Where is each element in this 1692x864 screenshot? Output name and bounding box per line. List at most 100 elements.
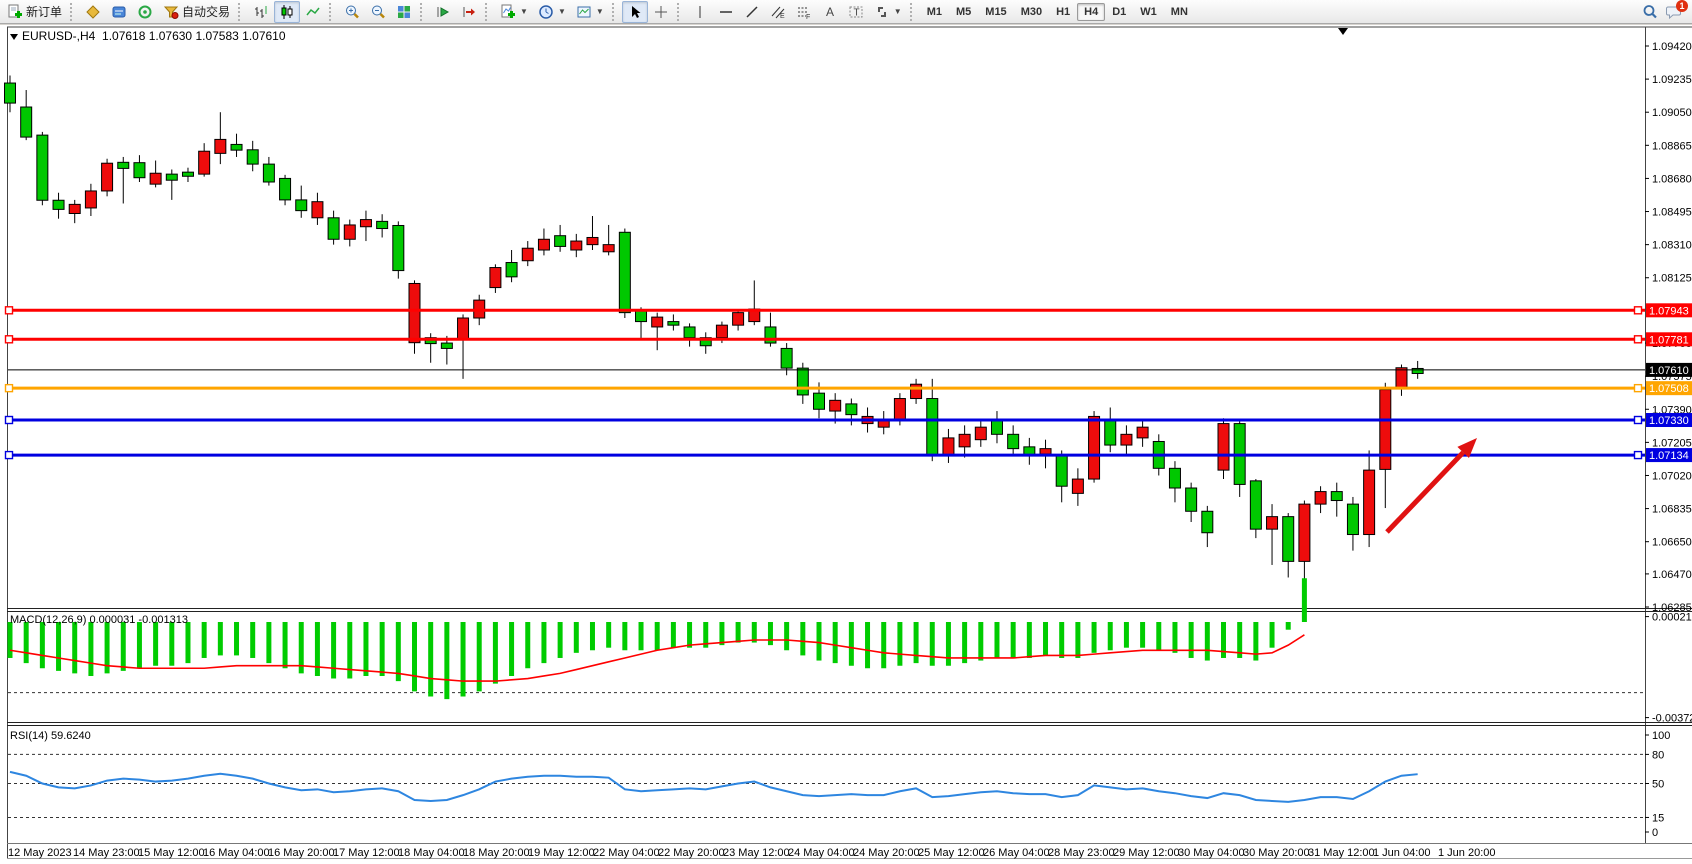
svg-text:0: 0 xyxy=(1652,827,1658,839)
horizontal-line-button[interactable] xyxy=(713,1,739,23)
equidistant-channel-button[interactable]: E xyxy=(765,1,791,23)
trendline-icon xyxy=(744,4,760,20)
svg-text:A: A xyxy=(826,5,834,19)
arrows-tool-icon xyxy=(874,4,890,20)
zoom-in-button[interactable] xyxy=(339,1,365,23)
zoom-out-button[interactable] xyxy=(365,1,391,23)
timeframe-m15[interactable]: M15 xyxy=(978,3,1013,21)
candlestick-chart-icon xyxy=(279,4,295,20)
chevron-down-icon: ▼ xyxy=(520,7,528,16)
svg-text:1.08125: 1.08125 xyxy=(1652,273,1692,285)
market-watch-button[interactable] xyxy=(106,1,132,23)
svg-text:1 Jun 20:00: 1 Jun 20:00 xyxy=(1438,847,1496,859)
chevron-down-icon: ▼ xyxy=(596,7,604,16)
svg-text:1.07781: 1.07781 xyxy=(1649,334,1689,346)
timeframe-w1[interactable]: W1 xyxy=(1133,3,1164,21)
chart-collapse-icon[interactable] xyxy=(10,34,18,40)
timeframe-h4[interactable]: H4 xyxy=(1077,3,1105,21)
timeframe-d1[interactable]: D1 xyxy=(1105,3,1133,21)
svg-text:14 May 23:00: 14 May 23:00 xyxy=(73,847,140,859)
svg-text:15 May 12:00: 15 May 12:00 xyxy=(138,847,205,859)
templates-button[interactable]: ▼ xyxy=(571,1,609,23)
zoom-in-icon xyxy=(344,4,360,20)
alerts-button[interactable] xyxy=(132,1,158,23)
indicators-button[interactable]: ▼ xyxy=(495,1,533,23)
text-label-button[interactable]: T xyxy=(843,1,869,23)
svg-text:1.07330: 1.07330 xyxy=(1649,415,1689,427)
macd-values: 0.000031 -0.001313 xyxy=(89,614,187,626)
svg-text:1.08310: 1.08310 xyxy=(1652,240,1692,252)
notification-badge: 1 xyxy=(1676,0,1688,12)
rsi-value: 59.6240 xyxy=(51,730,91,742)
vertical-line-icon xyxy=(692,4,708,20)
trendline-button[interactable] xyxy=(739,1,765,23)
svg-text:30 May 04:00: 30 May 04:00 xyxy=(1178,847,1245,859)
market-watch-icon xyxy=(111,4,127,20)
chart-symbol-period: EURUSD-,H4 xyxy=(22,29,95,43)
vertical-line-button[interactable] xyxy=(687,1,713,23)
svg-text:29 May 12:00: 29 May 12:00 xyxy=(1113,847,1180,859)
svg-text:1.09050: 1.09050 xyxy=(1652,107,1692,119)
timeframe-mn[interactable]: MN xyxy=(1164,3,1195,21)
price-chart-canvas[interactable]: 1.094201.092351.090501.088651.086801.084… xyxy=(0,25,1692,864)
chart-shift-marker-icon[interactable] xyxy=(1338,28,1348,35)
svg-text:1.06835: 1.06835 xyxy=(1652,504,1692,516)
svg-text:1.09420: 1.09420 xyxy=(1652,41,1692,53)
svg-text:1.07943: 1.07943 xyxy=(1649,305,1689,317)
svg-text:18 May 04:00: 18 May 04:00 xyxy=(398,847,465,859)
bar-chart-icon xyxy=(253,4,269,20)
auto-scroll-button[interactable] xyxy=(430,1,456,23)
svg-text:22 May 20:00: 22 May 20:00 xyxy=(658,847,725,859)
candlestick-chart-button[interactable] xyxy=(274,1,300,23)
autotrading-button[interactable]: 自动交易 xyxy=(158,1,235,23)
timeframe-h1[interactable]: H1 xyxy=(1049,3,1077,21)
svg-text:T: T xyxy=(853,7,859,18)
line-chart-button[interactable] xyxy=(300,1,326,23)
svg-text:23 May 12:00: 23 May 12:00 xyxy=(723,847,790,859)
svg-text:1.08865: 1.08865 xyxy=(1652,140,1692,152)
cursor-button[interactable] xyxy=(622,1,648,23)
svg-text:17 May 12:00: 17 May 12:00 xyxy=(333,847,400,859)
chart-shift-button[interactable] xyxy=(456,1,482,23)
svg-text:16 May 20:00: 16 May 20:00 xyxy=(268,847,335,859)
timeframe-m5[interactable]: M5 xyxy=(949,3,978,21)
bar-chart-button[interactable] xyxy=(248,1,274,23)
templates-icon xyxy=(576,4,592,20)
horizontal-line-icon xyxy=(718,4,734,20)
chart-frame xyxy=(7,27,1692,859)
line-chart-icon xyxy=(305,4,321,20)
fibonacci-button[interactable]: F xyxy=(791,1,817,23)
svg-text:22 May 04:00: 22 May 04:00 xyxy=(593,847,660,859)
svg-text:19 May 12:00: 19 May 12:00 xyxy=(528,847,595,859)
metaeditor-button[interactable] xyxy=(80,1,106,23)
metaeditor-icon xyxy=(85,4,101,20)
timeframe-m1[interactable]: M1 xyxy=(920,3,949,21)
svg-text:30 May 20:00: 30 May 20:00 xyxy=(1243,847,1310,859)
main-toolbar: 新订单 自动交易 xyxy=(0,0,1692,24)
chart-title: EURUSD-,H4 1.07618 1.07630 1.07583 1.076… xyxy=(10,29,286,43)
zoom-out-icon xyxy=(370,4,386,20)
svg-text:18 May 20:00: 18 May 20:00 xyxy=(463,847,530,859)
new-order-button[interactable]: 新订单 xyxy=(2,1,67,23)
search-icon[interactable] xyxy=(1642,4,1658,20)
cursor-icon xyxy=(627,4,643,20)
periods-button[interactable]: ▼ xyxy=(533,1,571,23)
chat-notification-icon[interactable]: 1 xyxy=(1666,4,1682,20)
timeframe-m30[interactable]: M30 xyxy=(1014,3,1049,21)
toolbar-separator xyxy=(329,3,336,21)
indicators-icon xyxy=(500,4,516,20)
alerts-icon xyxy=(137,4,153,20)
svg-text:25 May 12:00: 25 May 12:00 xyxy=(918,847,985,859)
autotrading-icon xyxy=(163,4,179,20)
svg-text:50: 50 xyxy=(1652,779,1664,791)
arrows-tool-button[interactable]: ▼ xyxy=(869,1,907,23)
equidistant-channel-icon: E xyxy=(770,4,786,20)
tile-windows-button[interactable] xyxy=(391,1,417,23)
new-order-icon xyxy=(7,4,23,20)
crosshair-button[interactable] xyxy=(648,1,674,23)
text-label-icon: T xyxy=(848,4,864,20)
svg-text:1.09235: 1.09235 xyxy=(1652,74,1692,86)
chart-ohlc-values: 1.07618 1.07630 1.07583 1.07610 xyxy=(102,29,286,43)
text-button[interactable]: A xyxy=(817,1,843,23)
macd-name: MACD(12,26,9) xyxy=(10,614,86,626)
